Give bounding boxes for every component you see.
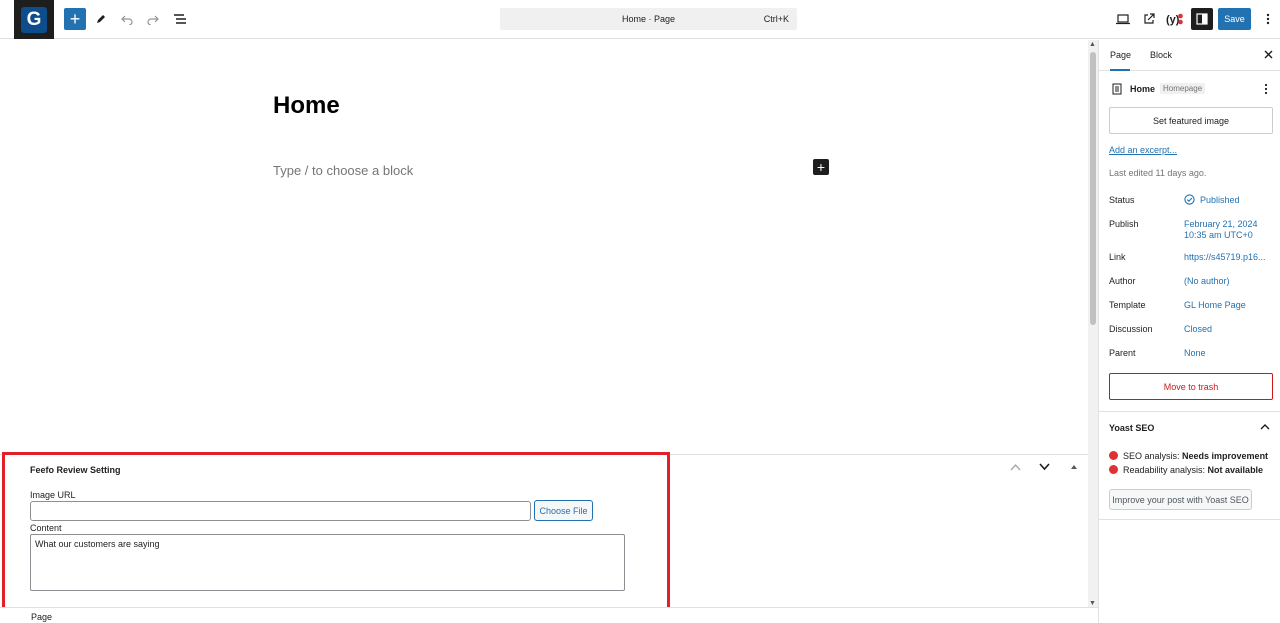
undo-icon[interactable] (116, 8, 138, 30)
preview-desktop-icon[interactable] (1112, 8, 1134, 30)
sidebar-tabs: Page Block (1099, 40, 1280, 71)
divider (1099, 519, 1280, 520)
seo-analysis-row: SEO analysis: Needs improvement (1123, 451, 1268, 461)
scroll-up-icon[interactable]: ▲ (1089, 41, 1096, 48)
close-sidebar-icon[interactable] (1264, 48, 1273, 62)
editor-header: G + Home · Page Ctrl+K (y) Save (0, 0, 1280, 39)
block-appender-placeholder[interactable]: Type / to choose a block (273, 163, 413, 178)
image-url-label: Image URL (30, 490, 76, 500)
move-to-trash-button[interactable]: Move to trash (1109, 373, 1273, 400)
document-title: Home · Page (621, 14, 676, 24)
command-palette-bar[interactable]: Home · Page Ctrl+K (500, 8, 797, 30)
tab-block[interactable]: Block (1150, 40, 1172, 71)
list-view-icon[interactable] (169, 8, 191, 30)
set-featured-image-button[interactable]: Set featured image (1109, 107, 1273, 134)
publish-label: Publish (1109, 219, 1139, 229)
save-button[interactable]: Save (1218, 8, 1251, 30)
redo-icon[interactable] (142, 8, 164, 30)
command-shortcut: Ctrl+K (763, 14, 789, 24)
settings-sidebar: Page Block Home Homepage Set featured im… (1098, 40, 1280, 623)
discussion-label: Discussion (1109, 324, 1153, 334)
image-url-input[interactable] (30, 501, 531, 521)
settings-sidebar-toggle-icon[interactable] (1191, 8, 1213, 30)
breadcrumb[interactable]: Page (31, 612, 52, 622)
metabox-title: Feefo Review Setting (30, 465, 121, 475)
view-page-external-icon[interactable] (1138, 8, 1160, 30)
seo-status-sad-icon (1109, 451, 1118, 460)
seo-analysis-label: SEO analysis: (1123, 451, 1183, 461)
link-value[interactable]: https://s45719.p16... (1184, 252, 1266, 262)
discussion-value[interactable]: Closed (1184, 324, 1212, 334)
seo-analysis-value: Needs improvement (1182, 451, 1269, 461)
page-title[interactable]: Home (273, 92, 340, 120)
scroll-down-icon[interactable]: ▼ (1089, 600, 1096, 607)
editor-footer: Page (0, 607, 1098, 623)
published-check-icon (1184, 194, 1195, 207)
yoast-icon[interactable]: (y) (1164, 8, 1186, 30)
page-actions-icon[interactable] (1264, 83, 1268, 97)
inline-block-inserter-icon[interactable]: + (813, 159, 829, 175)
status-label: Status (1109, 195, 1135, 205)
scrollbar-thumb[interactable] (1090, 52, 1096, 325)
tab-page[interactable]: Page (1110, 40, 1131, 71)
parent-value[interactable]: None (1184, 348, 1206, 358)
block-inserter-button[interactable]: + (64, 8, 86, 30)
more-options-icon[interactable] (1257, 8, 1279, 30)
status-value[interactable]: Published (1200, 195, 1240, 205)
move-up-icon[interactable] (1010, 462, 1021, 474)
canvas-scrollbar[interactable]: ▲ ▼ (1088, 40, 1098, 607)
author-label: Author (1109, 276, 1136, 286)
content-textarea[interactable]: What our customers are saying (30, 534, 625, 591)
publish-time[interactable]: 10:35 am UTC+0 (1184, 230, 1253, 240)
template-value[interactable]: GL Home Page (1184, 300, 1246, 310)
author-value[interactable]: (No author) (1184, 276, 1230, 286)
page-name: Home (1130, 84, 1156, 94)
move-down-icon[interactable] (1039, 462, 1050, 474)
template-label: Template (1109, 300, 1146, 310)
divider (1099, 411, 1280, 412)
tools-pencil-icon[interactable] (90, 8, 112, 30)
readability-analysis-row: Readability analysis: Not available (1123, 465, 1263, 475)
yoast-panel-title[interactable]: Yoast SEO (1109, 423, 1154, 433)
link-label: Link (1109, 252, 1126, 262)
collapse-chevron-icon[interactable] (1260, 422, 1270, 432)
homepage-badge: Homepage (1160, 83, 1206, 94)
last-edited-text: Last edited 11 days ago. (1109, 168, 1207, 178)
parent-label: Parent (1109, 348, 1136, 358)
publish-date[interactable]: February 21, 2024 (1184, 219, 1258, 229)
toggle-panel-icon[interactable] (1070, 462, 1078, 474)
improve-post-yoast-button[interactable]: Improve your post with Yoast SEO (1109, 489, 1252, 510)
logo-mark: G (21, 6, 47, 33)
editor-canvas: Home Type / to choose a block + (0, 40, 1088, 454)
readability-analysis-label: Readability analysis: (1123, 465, 1208, 475)
page-document-icon (1112, 83, 1122, 97)
content-label: Content (30, 523, 62, 533)
site-logo-button[interactable]: G (14, 0, 54, 39)
readability-analysis-value: Not available (1207, 465, 1264, 475)
readability-status-sad-icon (1109, 465, 1118, 474)
add-excerpt-link[interactable]: Add an excerpt... (1109, 145, 1177, 155)
svg-text:(y): (y) (1166, 14, 1180, 26)
choose-file-button[interactable]: Choose File (534, 500, 593, 521)
